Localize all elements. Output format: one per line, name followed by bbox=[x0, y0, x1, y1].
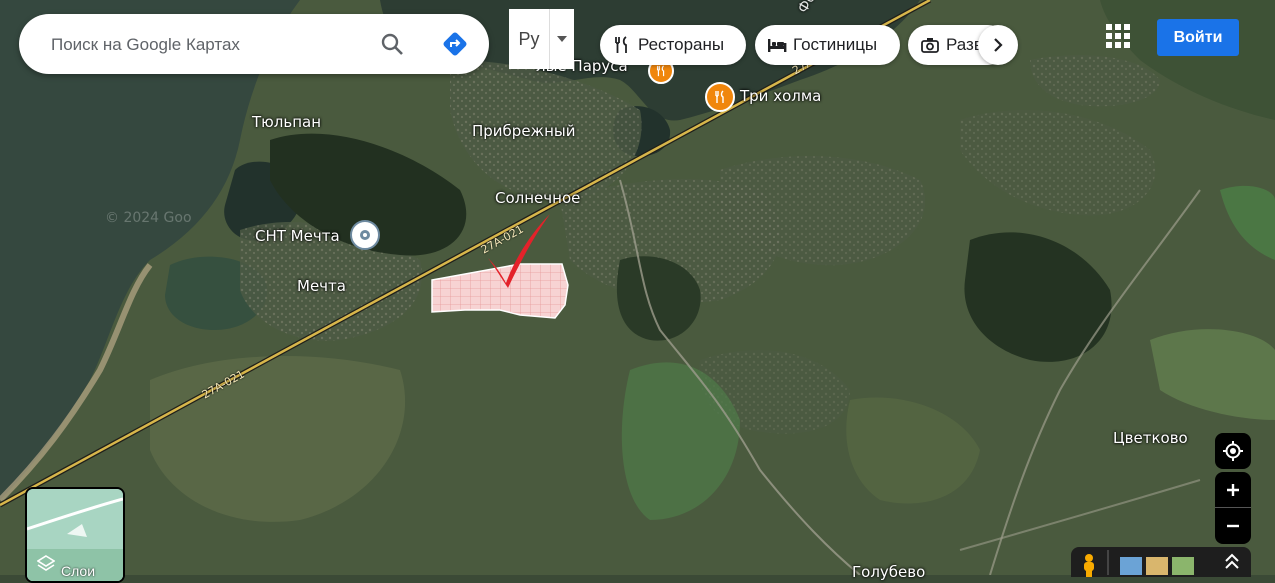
camera-icon bbox=[920, 35, 940, 55]
place-label-golubevo[interactable]: Голубево bbox=[852, 563, 925, 581]
fork-knife-icon bbox=[612, 35, 632, 55]
minus-icon bbox=[1227, 524, 1239, 528]
satellite-map[interactable] bbox=[0, 0, 1275, 575]
directions-icon[interactable] bbox=[439, 28, 471, 60]
chip-label: Рестораны bbox=[638, 35, 725, 54]
layers-button[interactable]: Слои bbox=[25, 487, 125, 583]
imagery-thumbnail[interactable] bbox=[1120, 557, 1142, 575]
plus-icon bbox=[1227, 483, 1239, 496]
crosshair-icon bbox=[1223, 441, 1243, 461]
imagery-thumbnail[interactable] bbox=[1172, 557, 1194, 575]
poi-label-tri-holma[interactable]: Три холма bbox=[740, 87, 821, 105]
place-label-solnechnoe[interactable]: Солнечное bbox=[495, 189, 580, 207]
layers-label: Слои bbox=[61, 563, 96, 579]
chip-hotels[interactable]: Гостиницы bbox=[755, 25, 900, 65]
location-pin-icon[interactable] bbox=[350, 220, 380, 250]
search-input[interactable] bbox=[49, 31, 363, 59]
place-label-tyulpan[interactable]: Тюльпан bbox=[252, 113, 321, 131]
language-value: Ру bbox=[509, 9, 550, 69]
place-label-tsvetkovo[interactable]: Цветково bbox=[1113, 429, 1188, 447]
zoom-controls bbox=[1215, 472, 1251, 544]
place-label-pribrezhny[interactable]: Прибрежный bbox=[472, 122, 575, 140]
expand-chevron-icon[interactable] bbox=[1224, 553, 1240, 576]
zoom-out-button[interactable] bbox=[1215, 508, 1251, 544]
signin-button[interactable]: Войти bbox=[1157, 19, 1239, 56]
imagery-thumbnail[interactable] bbox=[1146, 557, 1168, 575]
bed-icon bbox=[767, 35, 787, 55]
search-box bbox=[19, 14, 489, 74]
chip-label: Гостиницы bbox=[793, 35, 878, 54]
my-location-button[interactable] bbox=[1215, 433, 1251, 469]
language-selector[interactable]: Ру bbox=[509, 9, 574, 69]
chevron-right-icon[interactable] bbox=[978, 25, 1018, 65]
street-view-pegman-icon[interactable] bbox=[1080, 553, 1098, 582]
layers-icon bbox=[36, 555, 56, 576]
copyright-watermark: © 2024 Goo bbox=[105, 210, 192, 226]
chip-restaurants[interactable]: Рестораны bbox=[600, 25, 746, 65]
place-label-mechta[interactable]: Мечта bbox=[297, 277, 346, 295]
dropdown-arrow-icon[interactable] bbox=[550, 9, 574, 69]
divider bbox=[1107, 550, 1109, 575]
search-icon[interactable] bbox=[376, 28, 408, 60]
apps-grid-icon[interactable] bbox=[1106, 24, 1132, 50]
place-label-snt-mechta[interactable]: СНТ Мечта bbox=[255, 227, 340, 245]
zoom-in-button[interactable] bbox=[1215, 472, 1251, 508]
restaurant-pin-icon[interactable] bbox=[705, 82, 735, 112]
